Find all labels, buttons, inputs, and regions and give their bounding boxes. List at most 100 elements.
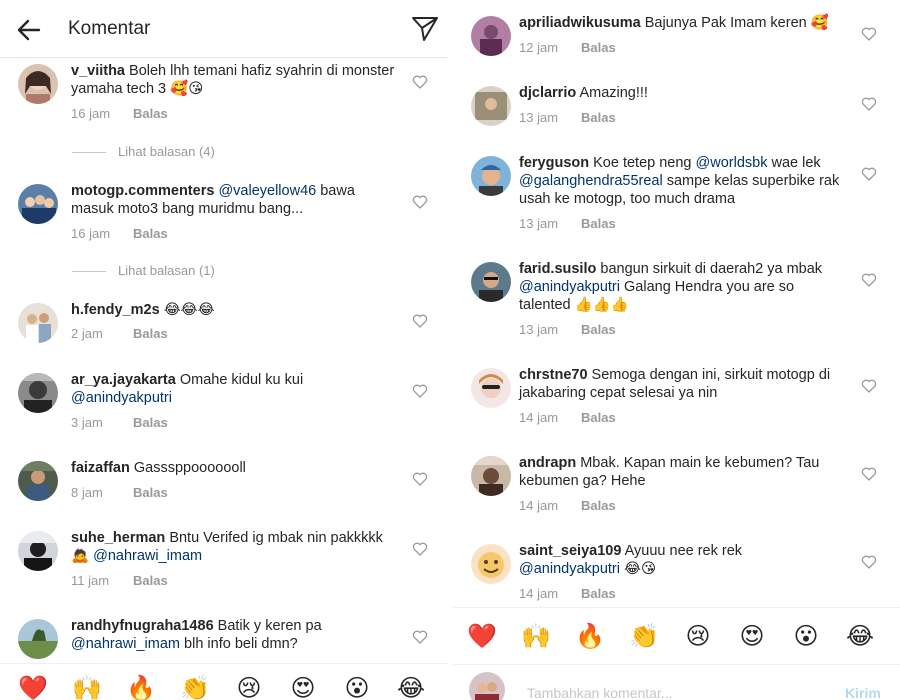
comment-body: Bntu Verifed ig mbak nin pakkkkk bbox=[165, 530, 383, 546]
comment-username[interactable]: saint_seiya109 bbox=[519, 543, 621, 559]
comment-meta: 14 jam Balas bbox=[519, 586, 616, 601]
avatar[interactable] bbox=[18, 64, 58, 104]
comment-username[interactable]: djclarrio bbox=[519, 85, 576, 101]
avatar[interactable] bbox=[471, 368, 511, 408]
comment-mention[interactable]: @worldsbk bbox=[696, 155, 768, 171]
heart-outline-icon[interactable] bbox=[861, 272, 877, 288]
comment-meta: 13 jam Balas bbox=[519, 322, 616, 337]
heart-outline-icon[interactable] bbox=[412, 74, 428, 90]
reply-button[interactable]: Balas bbox=[133, 226, 168, 241]
comment-username[interactable]: suhe_herman bbox=[71, 530, 165, 546]
avatar[interactable] bbox=[18, 184, 58, 224]
comment-time: 16 jam bbox=[71, 106, 111, 121]
heart-outline-icon[interactable] bbox=[861, 96, 877, 112]
heart-outline-icon[interactable] bbox=[861, 554, 877, 570]
laughing-emoji-button[interactable]: 😂 bbox=[396, 674, 426, 700]
heart-outline-icon[interactable] bbox=[412, 471, 428, 487]
comment-username[interactable]: ar_ya.jayakarta bbox=[71, 372, 176, 388]
avatar[interactable] bbox=[471, 156, 511, 196]
raised-hands-emoji-button[interactable]: 🙌 bbox=[521, 622, 551, 652]
reply-button[interactable]: Balas bbox=[581, 40, 616, 55]
avatar[interactable] bbox=[471, 262, 511, 302]
avatar[interactable] bbox=[18, 373, 58, 413]
reply-button[interactable]: Balas bbox=[133, 326, 168, 341]
cry-emoji-button[interactable]: 😢 bbox=[683, 622, 713, 652]
avatar[interactable] bbox=[471, 86, 511, 126]
heart-outline-icon[interactable] bbox=[412, 383, 428, 399]
reply-button[interactable]: Balas bbox=[581, 586, 616, 601]
avatar[interactable] bbox=[18, 303, 58, 343]
comment-username[interactable]: randhyfnugraha1486 bbox=[71, 618, 214, 634]
paper-plane-icon[interactable] bbox=[411, 15, 439, 43]
reply-button[interactable]: Balas bbox=[133, 415, 168, 430]
heart-outline-icon[interactable] bbox=[412, 629, 428, 645]
avatar[interactable] bbox=[18, 619, 58, 659]
raised-hands-emoji-button[interactable]: 🙌 bbox=[72, 674, 102, 700]
comment-meta: 8 jam Balas bbox=[71, 485, 168, 500]
view-replies-button[interactable]: Lihat balasan (1) bbox=[72, 263, 215, 278]
divider bbox=[453, 607, 900, 608]
fire-emoji-button[interactable]: 🔥 bbox=[575, 622, 605, 652]
heart-emoji-button[interactable]: ❤️ bbox=[467, 622, 497, 652]
avatar[interactable] bbox=[471, 456, 511, 496]
comment-mention[interactable]: @valeyellow46 bbox=[218, 183, 316, 199]
comment-mention[interactable]: @nahrawi_imam bbox=[93, 548, 202, 564]
laughing-emoji-button[interactable]: 😂 bbox=[845, 622, 875, 652]
comment-username[interactable]: andrapn bbox=[519, 455, 576, 471]
comment-mention[interactable]: @anindyakputri bbox=[71, 390, 172, 406]
cry-emoji-button[interactable]: 😢 bbox=[234, 674, 264, 700]
divider bbox=[0, 663, 447, 664]
arrow-left-icon[interactable] bbox=[16, 17, 42, 43]
comment-meta: 16 jam Balas bbox=[71, 226, 168, 241]
comment-mention[interactable]: @anindyakputri bbox=[519, 561, 620, 577]
post-button[interactable]: Kirim bbox=[845, 685, 881, 700]
heart-eyes-emoji-button[interactable]: 😍 bbox=[288, 674, 318, 700]
clap-emoji-button[interactable]: 👏 bbox=[629, 622, 659, 652]
reply-button[interactable]: Balas bbox=[133, 485, 168, 500]
heart-eyes-emoji-button[interactable]: 😍 bbox=[737, 622, 767, 652]
avatar[interactable] bbox=[18, 531, 58, 571]
heart-outline-icon[interactable] bbox=[412, 313, 428, 329]
comment-username[interactable]: faizaffan bbox=[71, 460, 130, 476]
heart-outline-icon[interactable] bbox=[861, 378, 877, 394]
comment-mention[interactable]: @nahrawi_imam bbox=[71, 636, 180, 652]
fire-emoji-button[interactable]: 🔥 bbox=[126, 674, 156, 700]
heart-outline-icon[interactable] bbox=[412, 541, 428, 557]
comment-username[interactable]: feryguson bbox=[519, 155, 589, 171]
comment-time: 16 jam bbox=[71, 226, 111, 241]
comment-username[interactable]: h.fendy_m2s bbox=[71, 302, 160, 318]
heart-outline-icon[interactable] bbox=[861, 166, 877, 182]
comment-username[interactable]: farid.susilo bbox=[519, 261, 596, 277]
avatar[interactable] bbox=[18, 461, 58, 501]
comment-mention[interactable]: @galanghendra55real bbox=[519, 173, 663, 189]
heart-outline-icon[interactable] bbox=[861, 26, 877, 42]
comment-mention[interactable]: @anindyakputri bbox=[519, 279, 620, 295]
avatar[interactable] bbox=[471, 16, 511, 56]
comment-username[interactable]: apriliadwikusuma bbox=[519, 15, 641, 31]
reply-button[interactable]: Balas bbox=[581, 216, 616, 231]
heart-emoji-button[interactable]: ❤️ bbox=[18, 674, 48, 700]
reply-button[interactable]: Balas bbox=[581, 110, 616, 125]
reply-button[interactable]: Balas bbox=[133, 573, 168, 588]
reply-button[interactable]: Balas bbox=[133, 106, 168, 121]
comment-username[interactable]: motogp.commenters bbox=[71, 183, 214, 199]
reply-button[interactable]: Balas bbox=[581, 410, 616, 425]
surprised-emoji-button[interactable]: 😮 bbox=[342, 674, 372, 700]
comment-username[interactable]: chrstne70 bbox=[519, 367, 588, 383]
comment-username[interactable]: v_viitha bbox=[71, 63, 125, 79]
heart-outline-icon[interactable] bbox=[412, 194, 428, 210]
reply-button[interactable]: Balas bbox=[581, 322, 616, 337]
reply-button[interactable]: Balas bbox=[581, 498, 616, 513]
view-replies-button[interactable]: Lihat balasan (4) bbox=[72, 144, 215, 159]
comment-input[interactable]: Tambahkan komentar... bbox=[527, 685, 673, 700]
comment-text: motogp.commenters @valeyellow46 bawa mas… bbox=[71, 182, 401, 218]
view-replies-line bbox=[72, 152, 106, 154]
heart-outline-icon[interactable] bbox=[861, 466, 877, 482]
avatar[interactable] bbox=[471, 544, 511, 584]
clap-emoji-button[interactable]: 👏 bbox=[180, 674, 210, 700]
comment-meta: 16 jam Balas bbox=[71, 106, 168, 121]
surprised-emoji-button[interactable]: 😮 bbox=[791, 622, 821, 652]
comment-text: h.fendy_m2s 😂😂😂 bbox=[71, 301, 401, 319]
comment-text: feryguson Koe tetep neng @worldsbk wae l… bbox=[519, 154, 849, 208]
comment-body: Omahe kidul ku kui bbox=[175, 372, 304, 388]
